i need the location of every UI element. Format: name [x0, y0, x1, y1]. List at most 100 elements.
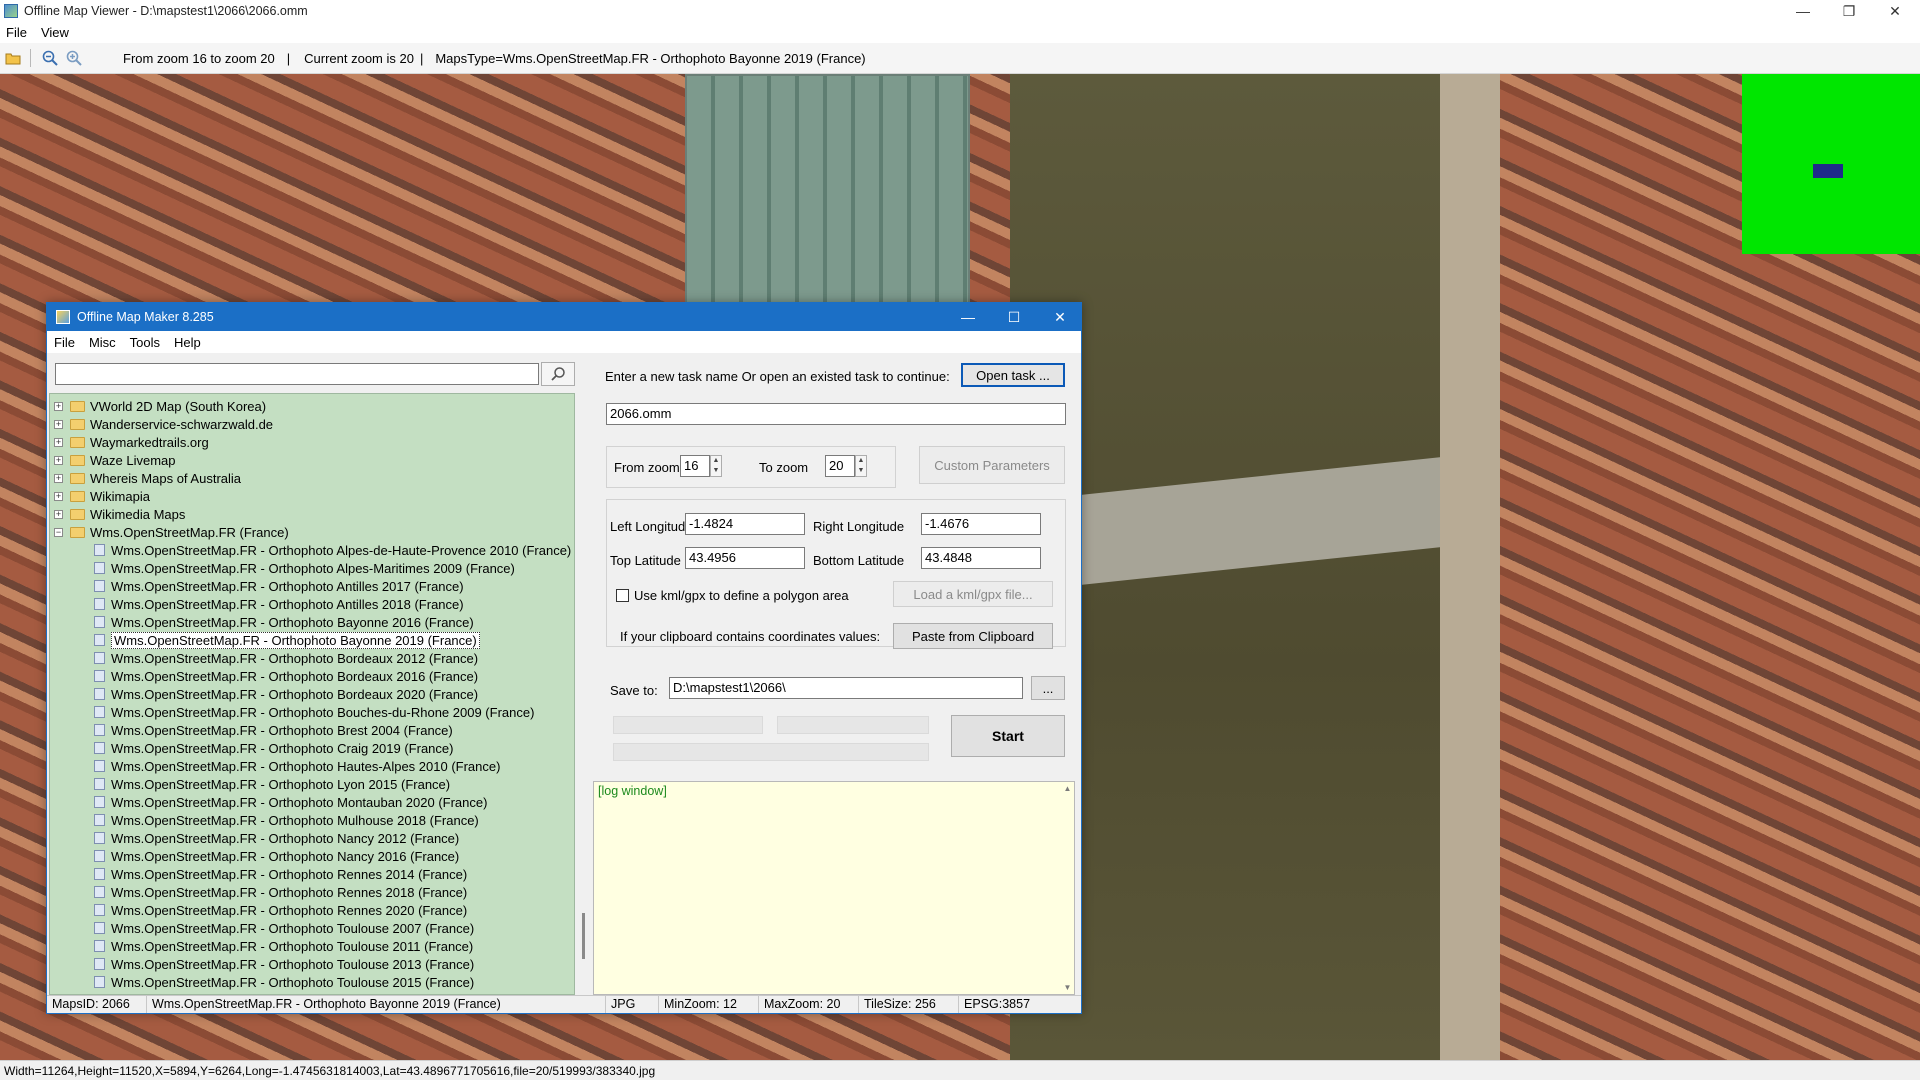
tree-item[interactable]: Wms.OpenStreetMap.FR - Orthophoto Toulou… — [94, 937, 473, 955]
tree-group[interactable]: + Wikimedia Maps — [54, 505, 185, 523]
tree-item[interactable]: Wms.OpenStreetMap.FR - Orthophoto Toulou… — [94, 955, 474, 973]
dialog-title: Offline Map Maker 8.285 — [77, 310, 214, 324]
map-search-input[interactable] — [55, 363, 539, 385]
folder-open-icon[interactable] — [2, 47, 24, 69]
browse-button[interactable]: ... — [1031, 676, 1065, 700]
tree-group[interactable]: + VWorld 2D Map (South Korea) — [54, 397, 266, 415]
tree-item[interactable]: Wms.OpenStreetMap.FR - Orthophoto Bordea… — [94, 685, 478, 703]
right-longitude-label: Right Longitude — [813, 519, 905, 534]
map-layer-icon — [94, 706, 105, 718]
open-task-button[interactable]: Open task ... — [961, 363, 1065, 387]
map-source-tree[interactable]: + VWorld 2D Map (South Korea) + Wanderservi… — [49, 393, 575, 995]
top-latitude-input[interactable]: 43.4956 — [685, 547, 805, 569]
start-button[interactable]: Start — [951, 715, 1065, 757]
tree-item[interactable]: Wms.OpenStreetMap.FR - Orthophoto Rennes… — [94, 883, 467, 901]
tree-item[interactable]: Wms.OpenStreetMap.FR - Orthophoto Nancy … — [94, 829, 459, 847]
close-button[interactable]: ✕ — [1872, 0, 1918, 22]
expand-icon[interactable]: + — [54, 509, 63, 519]
dialog-menu-tools[interactable]: Tools — [130, 335, 160, 350]
tree-item-label: Wms.OpenStreetMap.FR - Orthophoto Rennes… — [111, 884, 468, 900]
tree-item[interactable]: Wms.OpenStreetMap.FR - Orthophoto Toulou… — [94, 973, 474, 991]
custom-parameters-button[interactable]: Custom Parameters — [919, 446, 1065, 484]
collapse-icon[interactable]: − — [54, 527, 63, 537]
tree-item[interactable]: Wms.OpenStreetMap.FR - Orthophoto Hautes… — [94, 757, 500, 775]
folder-icon — [70, 436, 85, 448]
expand-icon[interactable]: + — [54, 401, 63, 411]
app-icon — [4, 4, 18, 18]
log-window[interactable]: [log window] ▲ ▼ — [593, 781, 1075, 995]
tree-item[interactable]: Wms.OpenStreetMap.FR - Orthophoto Antill… — [94, 595, 464, 613]
task-name-input[interactable]: 2066.omm — [606, 403, 1066, 425]
save-path-input[interactable]: D:\mapstest1\2066\ — [669, 677, 1023, 699]
minimize-button[interactable]: — — [1780, 0, 1826, 22]
tree-item[interactable]: Wms.OpenStreetMap.FR - Orthophoto Rennes… — [94, 865, 467, 883]
dialog-minimize-button[interactable]: — — [945, 303, 991, 331]
dialog-menu-file[interactable]: File — [54, 335, 75, 350]
paste-clipboard-button[interactable]: Paste from Clipboard — [893, 623, 1053, 649]
load-kml-button[interactable]: Load a kml/gpx file... — [893, 581, 1053, 607]
bottom-latitude-input[interactable]: 43.4848 — [921, 547, 1041, 569]
expand-icon[interactable]: + — [54, 491, 63, 501]
from-zoom-stepper[interactable]: ▲ ▼ — [710, 455, 722, 477]
tree-item[interactable]: Wms.OpenStreetMap.FR - Orthophoto Rennes… — [94, 901, 467, 919]
expand-icon[interactable]: + — [54, 473, 63, 483]
dialog-maximize-button[interactable]: ☐ — [991, 303, 1037, 331]
tree-item[interactable]: Wms.OpenStreetMap.FR - Orthophoto Brest … — [94, 721, 453, 739]
to-zoom-input[interactable]: 20 — [825, 455, 855, 477]
zoom-in-icon[interactable] — [63, 47, 85, 69]
tree-item[interactable]: Wms.OpenStreetMap.FR - Orthophoto Bayonn… — [94, 631, 480, 649]
tree-item[interactable]: Wms.OpenStreetMap.FR - Orthophoto Bordea… — [94, 649, 478, 667]
zoom-out-icon[interactable] — [39, 47, 61, 69]
map-layer-icon — [94, 868, 105, 880]
tree-item[interactable]: Wms.OpenStreetMap.FR - Orthophoto Toulou… — [94, 919, 474, 937]
tree-item[interactable]: Wms.OpenStreetMap.FR - Orthophoto Craig … — [94, 739, 453, 757]
expand-icon[interactable]: + — [54, 437, 63, 447]
dialog-close-button[interactable]: ✕ — [1037, 303, 1083, 331]
tree-item[interactable]: Wms.OpenStreetMap.FR - Orthophoto Lyon 2… — [94, 775, 450, 793]
menu-view[interactable]: View — [41, 25, 69, 40]
overview-minimap[interactable] — [1742, 74, 1920, 254]
log-scrollbar[interactable]: ▲ ▼ — [1061, 782, 1074, 994]
expand-icon[interactable]: + — [54, 455, 63, 465]
tree-item[interactable]: Wms.OpenStreetMap.FR - Orthophoto Alpes-… — [94, 559, 515, 577]
tree-scrollbar[interactable] — [579, 393, 589, 995]
map-maker-dialog: Offline Map Maker 8.285 — ☐ ✕ File Misc … — [46, 302, 1082, 1014]
tree-item[interactable]: Wms.OpenStreetMap.FR - Orthophoto Bayonn… — [94, 613, 474, 631]
tree-item-label: Wms.OpenStreetMap.FR - Orthophoto Mulhou… — [111, 812, 479, 828]
from-zoom-label: From zoom — [614, 460, 680, 475]
tree-group[interactable]: + Wikimapia — [54, 487, 150, 505]
left-longitude-input[interactable]: -1.4824 — [685, 513, 805, 535]
right-longitude-input[interactable]: -1.4676 — [921, 513, 1041, 535]
task-prompt: Enter a new task name Or open an existed… — [605, 369, 950, 384]
folder-icon — [70, 454, 85, 466]
from-zoom-input[interactable]: 16 — [680, 455, 710, 477]
map-layer-icon — [94, 886, 105, 898]
tree-group[interactable]: + Waze Livemap — [54, 451, 176, 469]
tree-group[interactable]: + Wanderservice-schwarzwald.de — [54, 415, 273, 433]
expand-icon[interactable]: + — [54, 419, 63, 429]
dialog-menu-misc[interactable]: Misc — [89, 335, 116, 350]
tree-group[interactable]: + Waymarkedtrails.org — [54, 433, 209, 451]
to-zoom-stepper[interactable]: ▲ ▼ — [855, 455, 867, 477]
tree-group[interactable]: + Whereis Maps of Australia — [54, 469, 241, 487]
status-maps-id: MapsID: 2066 — [47, 996, 147, 1013]
tree-item-label: Wms.OpenStreetMap.FR - Orthophoto Antill… — [111, 578, 464, 594]
viewer-statusbar: Width=11264,Height=11520,X=5894,Y=6264,L… — [0, 1060, 1920, 1080]
tree-scrollbar-thumb[interactable] — [582, 913, 585, 959]
tree-item[interactable]: Wms.OpenStreetMap.FR - Orthophoto Montau… — [94, 793, 487, 811]
tree-item[interactable]: Wms.OpenStreetMap.FR - Orthophoto Antill… — [94, 577, 464, 595]
tree-item[interactable]: Wms.OpenStreetMap.FR - Orthophoto Bouche… — [94, 703, 534, 721]
use-kml-checkbox[interactable] — [616, 589, 629, 602]
search-button[interactable] — [541, 362, 575, 386]
tree-item[interactable]: Wms.OpenStreetMap.FR - Orthophoto Bordea… — [94, 667, 478, 685]
dialog-menu-help[interactable]: Help — [174, 335, 201, 350]
menu-file[interactable]: File — [6, 25, 27, 40]
tree-item-label: Wms.OpenStreetMap.FR - Orthophoto Bordea… — [111, 668, 479, 684]
tree-item[interactable]: Wms.OpenStreetMap.FR - Orthophoto Nancy … — [94, 847, 459, 865]
tree-item[interactable]: Wms.OpenStreetMap.FR - Orthophoto Mulhou… — [94, 811, 479, 829]
tree-item[interactable]: Wms.OpenStreetMap.FR - Orthophoto Alpes-… — [94, 541, 571, 559]
minimap-viewport[interactable] — [1813, 164, 1843, 178]
tree-group[interactable]: − Wms.OpenStreetMap.FR (France) — [54, 523, 289, 541]
pipe-separator: | — [419, 50, 424, 66]
maximize-button[interactable]: ❐ — [1826, 0, 1872, 22]
